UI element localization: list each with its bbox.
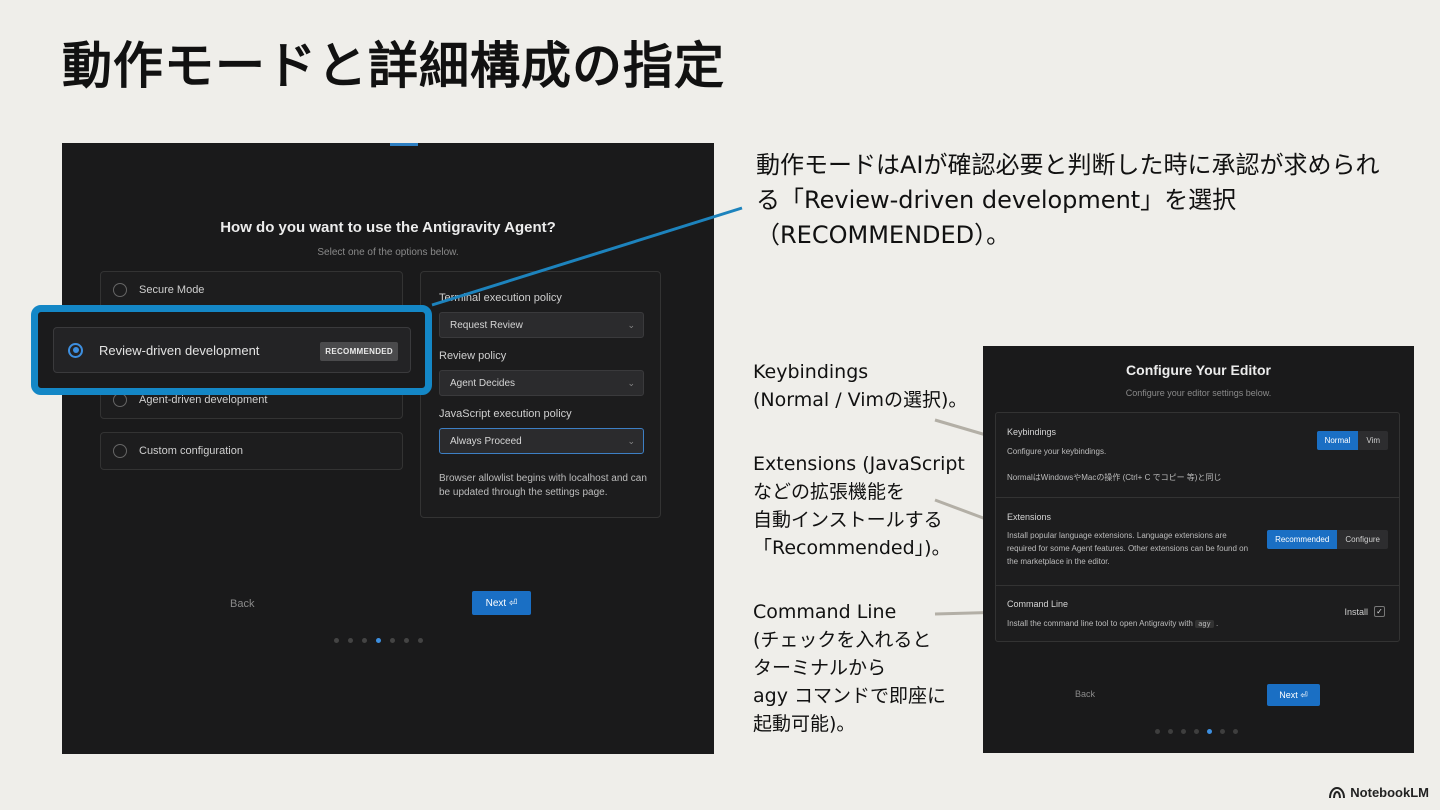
step-indicator (1155, 729, 1238, 734)
keybindings-title: Keybindings (1007, 427, 1057, 437)
agent-mode-screenshot: How do you want to use the Antigravity A… (62, 143, 714, 754)
callout-main-text: 動作モードはAIが確認必要と判断した時に承認が求められる「Review-driv… (756, 151, 1380, 249)
agy-code: agy (1195, 620, 1214, 628)
extensions-title: Extensions (1007, 512, 1052, 522)
option-label: Custom configuration (139, 445, 243, 457)
option-label: Review-driven development (99, 342, 260, 358)
step-dot (1194, 729, 1199, 734)
brand-name: NotebookLM (1350, 785, 1429, 800)
extensions-recommended-option[interactable]: Recommended (1267, 530, 1338, 549)
back-button[interactable]: Back (230, 598, 254, 610)
step-dot (334, 638, 339, 643)
option-label: Agent-driven development (139, 394, 268, 406)
agent-mode-subheading: Select one of the options below. (317, 247, 459, 258)
slide-title: 動作モードと詳細構成の指定 (62, 37, 725, 95)
install-checkbox[interactable]: ✓ (1374, 606, 1385, 617)
install-control: Install ✓ (1344, 606, 1385, 617)
step-dot (390, 638, 395, 643)
checkmark-icon: ✓ (1376, 606, 1383, 616)
step-dot (1181, 729, 1186, 734)
keybindings-note: NormalはWindowsやMacの操作 (Ctrl+ C でコピー 等)と同… (1007, 473, 1222, 482)
option-custom-configuration[interactable]: Custom configuration (100, 432, 403, 470)
step-dot-active (1207, 729, 1212, 734)
javascript-policy-label: JavaScript execution policy (439, 408, 572, 420)
select-value: Always Proceed (450, 435, 522, 447)
policy-settings-box: Terminal execution policy Request Review… (420, 271, 661, 518)
terminal-policy-label: Terminal execution policy (439, 292, 562, 304)
chevron-down-icon: ⌄ (627, 435, 635, 446)
chevron-down-icon: ⌄ (627, 319, 635, 330)
highlight-frame: Review-driven development RECOMMENDED (31, 305, 432, 395)
step-dot (1220, 729, 1225, 734)
extensions-toggle: Recommended Configure (1267, 530, 1388, 549)
editor-config-heading: Configure Your Editor (1126, 362, 1271, 378)
next-button[interactable]: Next ⏎ (1267, 684, 1320, 706)
step-dot (418, 638, 423, 643)
radio-icon (113, 444, 127, 458)
select-value: Request Review (450, 319, 523, 331)
step-dot (1233, 729, 1238, 734)
option-review-driven-development[interactable]: Review-driven development RECOMMENDED (53, 327, 411, 373)
extensions-section: Extensions Install popular language exte… (996, 497, 1399, 585)
command-line-desc-end: . (1216, 619, 1219, 628)
editor-settings-box: Keybindings Configure your keybindings. … (995, 412, 1400, 642)
option-label: Secure Mode (139, 284, 205, 296)
allowlist-note: Browser allowlist begins with localhost … (439, 473, 647, 498)
command-line-desc: Install the command line tool to open An… (1007, 617, 1218, 631)
select-value: Agent Decides (450, 377, 516, 389)
terminal-policy-select[interactable]: Request Review ⌄ (439, 312, 644, 338)
back-button[interactable]: Back (1075, 689, 1095, 699)
keybindings-normal-option[interactable]: Normal (1316, 431, 1359, 450)
progress-accent (390, 143, 418, 146)
callout-keybindings: Keybindings (Normal / Vimの選択)。 (753, 361, 968, 411)
recommended-badge: RECOMMENDED (320, 342, 398, 361)
editor-config-screenshot: Configure Your Editor Configure your edi… (983, 346, 1414, 753)
radio-icon (113, 393, 127, 407)
keybindings-section: Keybindings Configure your keybindings. … (996, 413, 1399, 497)
step-indicator (334, 638, 423, 643)
command-line-desc-text: Install the command line tool to open An… (1007, 619, 1193, 628)
keybindings-toggle: Normal Vim (1316, 431, 1388, 450)
radio-selected-icon (68, 342, 83, 358)
editor-config-subheading: Configure your editor settings below. (1125, 388, 1272, 398)
review-policy-label: Review policy (439, 350, 507, 362)
chevron-down-icon: ⌄ (627, 377, 635, 388)
next-button[interactable]: Next ⏎ (472, 591, 531, 615)
step-dot (1155, 729, 1160, 734)
brand-logo: NotebookLM (1329, 785, 1429, 800)
keybindings-vim-option[interactable]: Vim (1358, 431, 1388, 450)
step-dot (1168, 729, 1173, 734)
javascript-policy-select[interactable]: Always Proceed ⌄ (439, 428, 644, 454)
extensions-configure-option[interactable]: Configure (1337, 530, 1388, 549)
install-label: Install (1344, 606, 1368, 617)
radio-icon (113, 283, 127, 297)
step-dot (362, 638, 367, 643)
step-dot-active (376, 638, 381, 643)
notebooklm-logo-icon (1329, 786, 1346, 798)
review-policy-select[interactable]: Agent Decides ⌄ (439, 370, 644, 396)
option-secure-mode[interactable]: Secure Mode (100, 271, 403, 309)
callout-extensions: Extensions (JavaScript などの拡張機能を 自動インストール… (753, 453, 965, 559)
extensions-desc: Install popular language extensions. Lan… (1007, 531, 1249, 566)
step-dot (348, 638, 353, 643)
agent-mode-heading: How do you want to use the Antigravity A… (220, 219, 556, 236)
step-dot (404, 638, 409, 643)
command-line-section: Command Line Install the command line to… (996, 585, 1399, 643)
keybindings-desc: Configure your keybindings. (1007, 447, 1107, 456)
command-line-title: Command Line (1007, 599, 1069, 609)
callout-command-line: Command Line (チェックを入れると ターミナルから agy コマンド… (753, 601, 946, 735)
